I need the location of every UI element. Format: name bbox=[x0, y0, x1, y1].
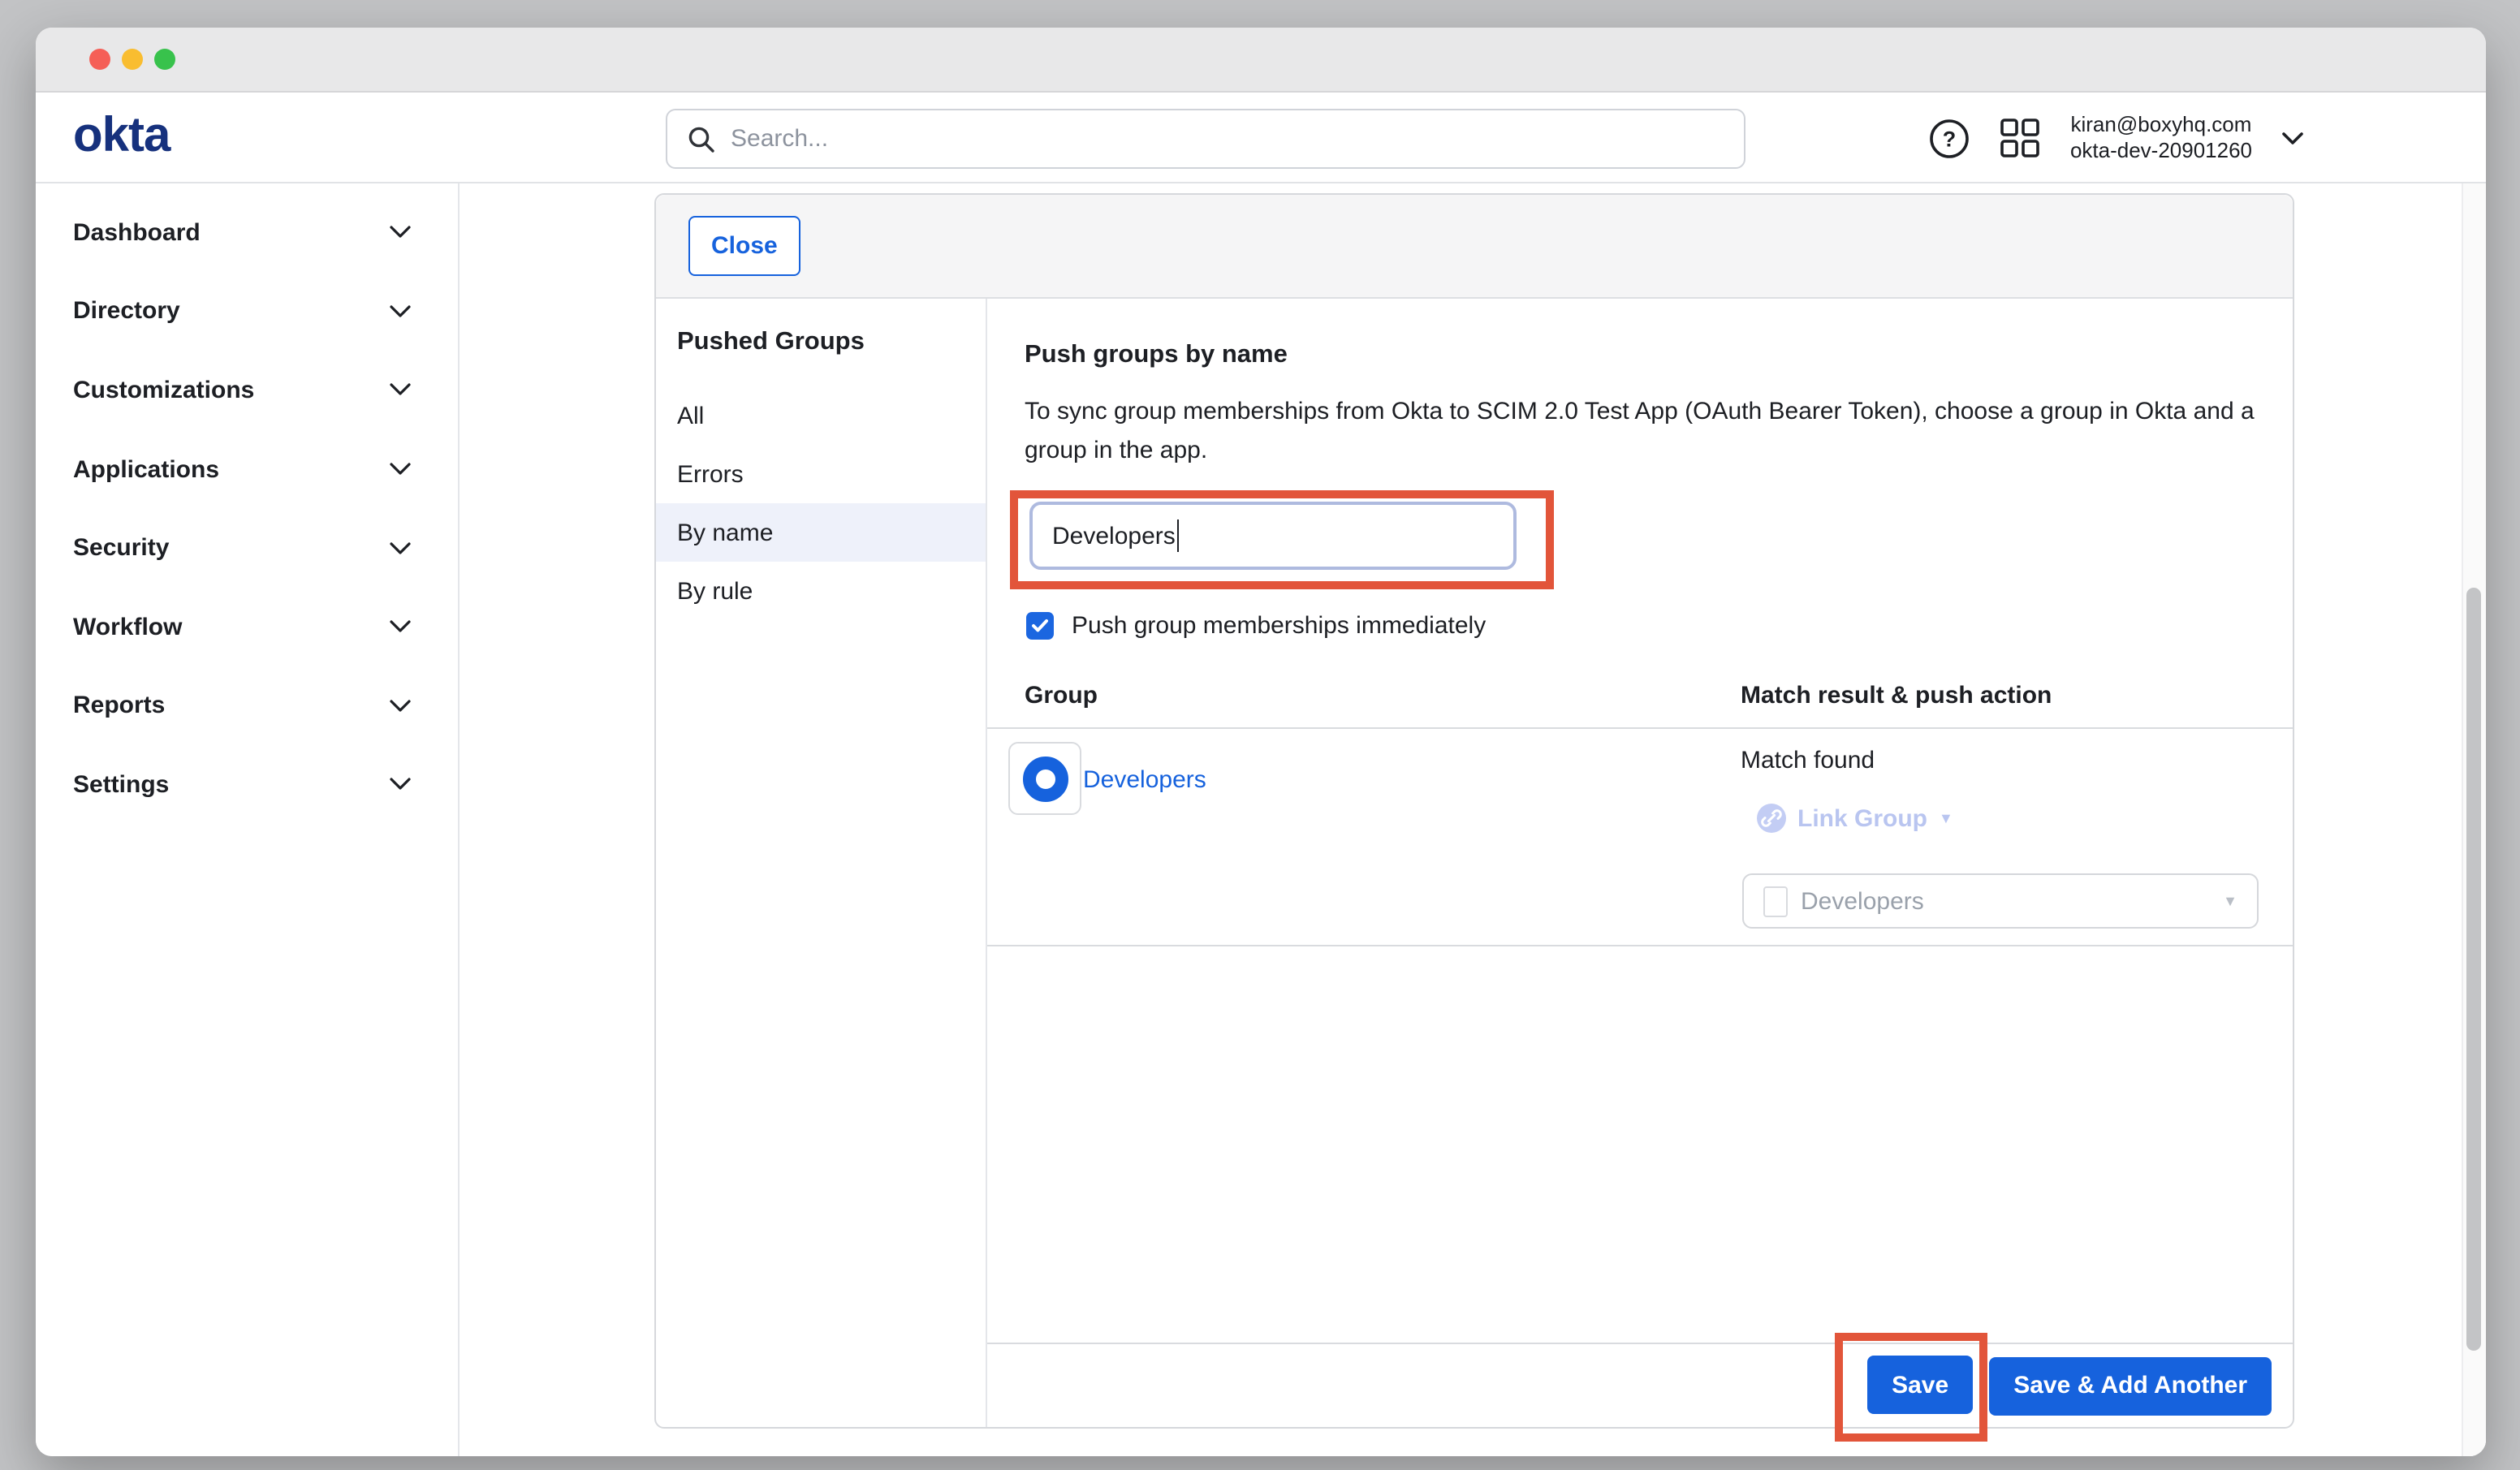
sidebar-item-applications[interactable]: Applications bbox=[36, 430, 458, 509]
column-header-group: Group bbox=[987, 682, 1741, 709]
window-titlebar bbox=[36, 28, 2486, 93]
screenshot-stage: okta ? bbox=[0, 0, 2520, 1470]
save-add-another-button[interactable]: Save & Add Another bbox=[1989, 1356, 2272, 1415]
save-button[interactable]: Save bbox=[1867, 1356, 1973, 1414]
close-button[interactable]: Close bbox=[688, 216, 800, 276]
subnav-item-errors[interactable]: Errors bbox=[656, 445, 986, 503]
subnav-title: Pushed Groups bbox=[656, 328, 986, 357]
subnav-item-by-rule[interactable]: By rule bbox=[656, 562, 986, 620]
chevron-down-icon bbox=[390, 541, 411, 554]
group-avatar bbox=[1008, 742, 1081, 815]
scrollbar-track[interactable] bbox=[2462, 183, 2486, 1456]
sidebar-item-customizations[interactable]: Customizations bbox=[36, 351, 458, 429]
account-menu[interactable]: kiran@boxyhq.com okta-dev-20901260 bbox=[2070, 111, 2252, 165]
account-org: okta-dev-20901260 bbox=[2070, 138, 2252, 165]
apps-grid-icon[interactable] bbox=[1999, 117, 2041, 159]
chevron-down-icon[interactable] bbox=[2281, 131, 2304, 145]
svg-text:?: ? bbox=[1943, 126, 1957, 150]
link-group-button[interactable]: Link Group ▼ bbox=[1757, 804, 1953, 833]
sidebar-item-workflow[interactable]: Workflow bbox=[36, 588, 458, 666]
subnav-item-by-name[interactable]: By name bbox=[656, 503, 986, 562]
panel-footer: Save Save & Add Another bbox=[987, 1343, 2293, 1427]
match-cell: Match found Link Group bbox=[1741, 729, 2293, 945]
group-link[interactable]: Developers bbox=[1083, 766, 1206, 794]
app-header: okta ? bbox=[36, 93, 2486, 183]
content-area: Dashboard Directory Customizations Appli… bbox=[36, 183, 2486, 1456]
table-row: Developers Match found bbox=[987, 729, 2293, 946]
section-title: Push groups by name bbox=[1025, 341, 2293, 370]
header-right-group: ? kiran@boxyhq.com okta-dev-20901260 bbox=[1929, 93, 2304, 183]
annotation-highlight-save: Save bbox=[1835, 1333, 1987, 1442]
group-name-input-value: Developers bbox=[1052, 522, 1176, 550]
window-close-button[interactable] bbox=[89, 49, 110, 70]
target-group-value: Developers bbox=[1801, 887, 2223, 915]
caret-down-icon: ▼ bbox=[1939, 810, 1953, 826]
push-immediately-checkbox[interactable] bbox=[1026, 612, 1054, 640]
column-header-match: Match result & push action bbox=[1741, 682, 2293, 709]
chevron-down-icon bbox=[390, 305, 411, 318]
table-header: Group Match result & push action bbox=[987, 682, 2293, 729]
empty-space bbox=[987, 946, 2293, 1343]
help-icon[interactable]: ? bbox=[1929, 118, 1970, 158]
chevron-down-icon bbox=[390, 463, 411, 476]
caret-down-icon: ▼ bbox=[2223, 893, 2237, 909]
search-bar[interactable] bbox=[666, 109, 1745, 169]
chevron-down-icon bbox=[390, 384, 411, 397]
target-group-select[interactable]: Developers ▼ bbox=[1742, 873, 2259, 929]
sidebar-item-security[interactable]: Security bbox=[36, 509, 458, 588]
search-input[interactable] bbox=[731, 125, 1744, 153]
sidebar-item-dashboard[interactable]: Dashboard bbox=[36, 193, 458, 272]
panel-header: Close bbox=[656, 195, 2293, 299]
window-zoom-button[interactable] bbox=[154, 49, 175, 70]
window-minimize-button[interactable] bbox=[122, 49, 143, 70]
chevron-down-icon bbox=[390, 226, 411, 239]
pushed-groups-subnav: Pushed Groups All Errors By name By rule bbox=[656, 299, 987, 1427]
push-immediately-row: Push group memberships immediately bbox=[1026, 612, 2293, 640]
subnav-item-all[interactable]: All bbox=[656, 386, 986, 445]
push-groups-panel: Close Pushed Groups All Errors By name B… bbox=[654, 193, 2294, 1429]
group-name-input[interactable]: Developers bbox=[1029, 502, 1517, 570]
push-by-name-section: Push groups by name To sync group member… bbox=[987, 299, 2293, 1427]
text-cursor bbox=[1177, 519, 1180, 552]
panel-body: Pushed Groups All Errors By name By rule… bbox=[656, 299, 2293, 1427]
scrollbar-thumb[interactable] bbox=[2466, 588, 2481, 1351]
chevron-down-icon bbox=[390, 700, 411, 713]
push-immediately-label: Push group memberships immediately bbox=[1072, 612, 1486, 640]
app-window: okta ? bbox=[36, 28, 2486, 1456]
chevron-down-icon bbox=[390, 778, 411, 791]
link-icon bbox=[1757, 804, 1786, 833]
okta-logo: okta bbox=[73, 109, 170, 164]
group-cell: Developers bbox=[987, 729, 1741, 945]
account-email: kiran@boxyhq.com bbox=[2070, 111, 2252, 138]
check-icon bbox=[1031, 619, 1049, 633]
sidebar: Dashboard Directory Customizations Appli… bbox=[36, 183, 460, 1456]
match-status: Match found bbox=[1741, 747, 1875, 774]
group-placeholder-icon bbox=[1763, 886, 1788, 916]
okta-group-icon bbox=[1022, 756, 1068, 801]
sidebar-item-reports[interactable]: Reports bbox=[36, 666, 458, 745]
sidebar-item-settings[interactable]: Settings bbox=[36, 745, 458, 824]
link-group-label: Link Group bbox=[1797, 804, 1927, 832]
chevron-down-icon bbox=[390, 621, 411, 634]
section-description: To sync group memberships from Okta to S… bbox=[1025, 393, 2255, 471]
page-area: Close Pushed Groups All Errors By name B… bbox=[460, 183, 2486, 1456]
sidebar-item-directory[interactable]: Directory bbox=[36, 272, 458, 351]
annotation-highlight-input: Developers bbox=[1010, 490, 1554, 589]
search-icon bbox=[687, 124, 716, 153]
